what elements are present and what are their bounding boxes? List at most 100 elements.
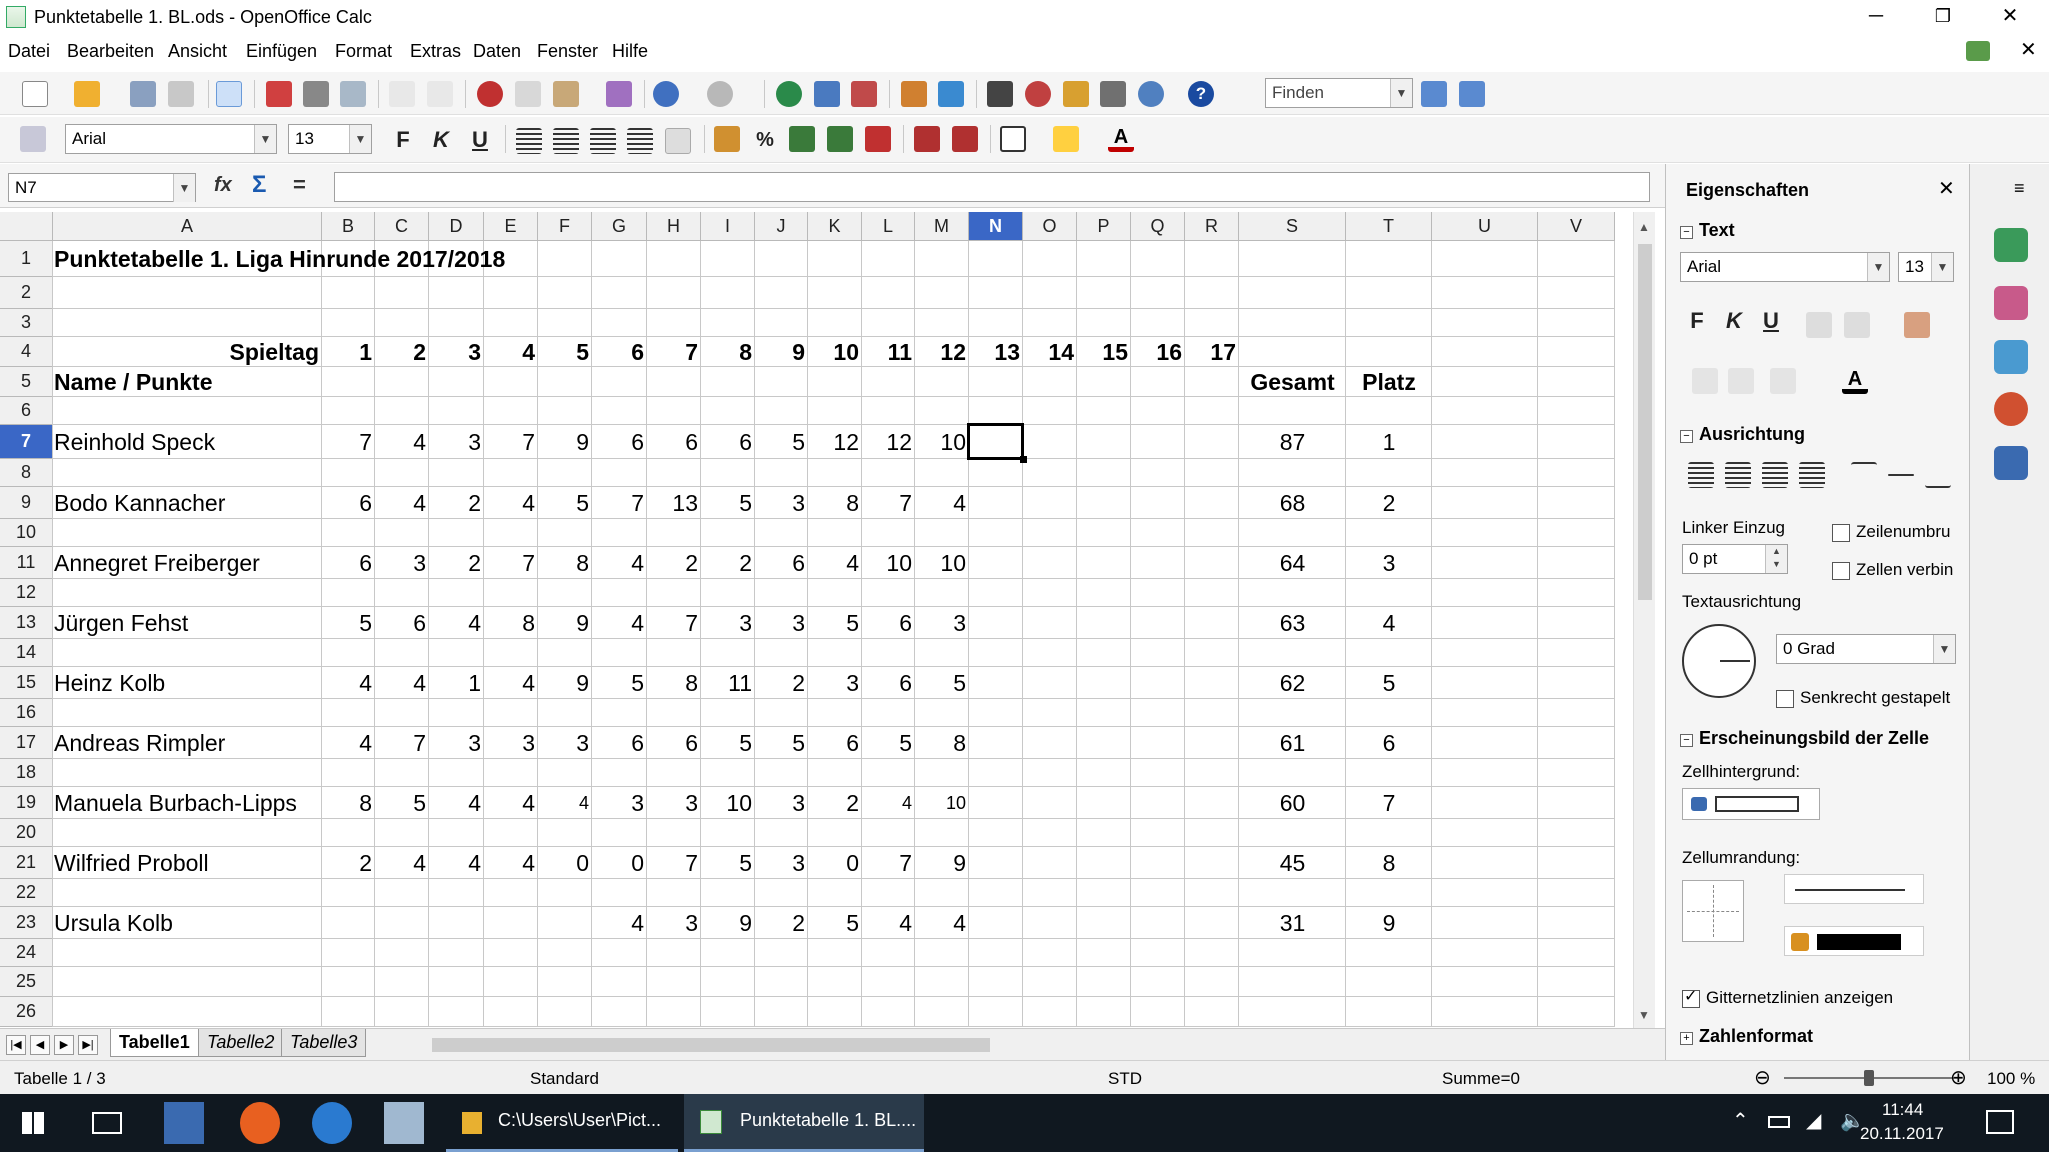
row-header-9[interactable]: 9 — [0, 487, 53, 519]
find-next-icon[interactable] — [1421, 81, 1447, 107]
gesamt-cell[interactable]: 63 — [1239, 607, 1346, 639]
gesamt-header-cell[interactable]: Gesamt — [1239, 367, 1346, 397]
row-header-17[interactable]: 17 — [0, 727, 53, 759]
gesamt-cell[interactable]: 62 — [1239, 667, 1346, 699]
points-cell[interactable]: 9 — [538, 425, 592, 459]
spieltag-number-cell[interactable]: 1 — [322, 337, 375, 367]
edit-mode-icon[interactable] — [216, 81, 242, 107]
justify-icon[interactable] — [627, 128, 653, 154]
platz-cell[interactable]: 7 — [1346, 787, 1432, 819]
minimize-button[interactable]: ─ — [1846, 0, 1906, 32]
cut-icon[interactable] — [477, 81, 503, 107]
font-name-combo[interactable]: Arial ▼ — [65, 124, 277, 154]
internet-explorer-icon[interactable] — [312, 1102, 352, 1144]
points-cell[interactable]: 6 — [808, 727, 862, 759]
points-cell[interactable]: 4 — [429, 607, 484, 639]
column-header-o[interactable]: O — [1023, 212, 1077, 241]
save-icon[interactable] — [130, 81, 156, 107]
export-pdf-icon[interactable] — [266, 81, 292, 107]
indent-input[interactable]: 0 pt ▲ ▼ — [1682, 544, 1788, 574]
column-header-f[interactable]: F — [538, 212, 592, 241]
tray-chevron-icon[interactable]: ⌃ — [1732, 1108, 1749, 1133]
player-name-cell[interactable]: Wilfried Proboll — [53, 847, 322, 879]
points-cell[interactable]: 3 — [755, 487, 808, 519]
points-cell[interactable]: 9 — [701, 907, 755, 939]
fill-handle[interactable] — [1020, 456, 1027, 463]
network-icon[interactable]: ◢ — [1806, 1108, 1821, 1133]
section-cell-appearance[interactable]: − Erscheinungsbild der Zelle — [1680, 728, 1929, 749]
spieltag-number-cell[interactable]: 2 — [375, 337, 429, 367]
gesamt-cell[interactable]: 45 — [1239, 847, 1346, 879]
select-all-corner[interactable] — [0, 212, 53, 241]
points-cell[interactable]: 8 — [915, 727, 969, 759]
paste-icon[interactable] — [553, 81, 579, 107]
points-cell[interactable]: 2 — [647, 547, 701, 579]
formula-equals-button[interactable]: = — [293, 172, 306, 198]
sheet-tab-tabelle3[interactable]: Tabelle3 — [281, 1029, 367, 1057]
column-header-k[interactable]: K — [808, 212, 862, 241]
spieltag-number-cell[interactable]: 8 — [701, 337, 755, 367]
points-cell[interactable]: 6 — [647, 425, 701, 459]
chevron-down-icon[interactable]: ▼ — [349, 125, 371, 153]
points-cell[interactable]: 6 — [862, 607, 915, 639]
background-color-icon[interactable] — [1053, 126, 1079, 152]
points-cell[interactable]: 4 — [375, 425, 429, 459]
section-text[interactable]: − Text — [1680, 220, 1735, 241]
sort-ascending-icon[interactable] — [814, 81, 840, 107]
row-header-6[interactable]: 6 — [0, 397, 53, 425]
sidebar-bold-button[interactable]: F — [1684, 308, 1710, 334]
status-selection-mode[interactable]: STD — [1108, 1069, 1142, 1089]
column-header-g[interactable]: G — [592, 212, 647, 241]
help-icon[interactable]: ? — [1188, 81, 1214, 107]
menu-einfuegen[interactable]: Einfügen — [246, 41, 317, 62]
border-style-picker[interactable] — [1682, 880, 1744, 942]
print-icon[interactable] — [303, 81, 329, 107]
currency-format-icon[interactable] — [714, 126, 740, 152]
add-decimal-icon[interactable] — [827, 126, 853, 152]
maximize-button[interactable]: ❐ — [1913, 0, 1973, 32]
row-header-18[interactable]: 18 — [0, 759, 53, 787]
firefox-icon[interactable] — [240, 1102, 280, 1144]
points-cell[interactable]: 3 — [647, 907, 701, 939]
points-cell[interactable]: 6 — [322, 487, 375, 519]
line-color-picker[interactable] — [1784, 926, 1924, 956]
find-input[interactable]: Finden ▼ — [1265, 78, 1413, 108]
row-header-22[interactable]: 22 — [0, 879, 53, 907]
rotation-angle-combo[interactable]: 0 Grad ▼ — [1776, 634, 1956, 664]
column-header-j[interactable]: J — [755, 212, 808, 241]
standard-format-icon[interactable] — [789, 126, 815, 152]
spieltag-number-cell[interactable]: 3 — [429, 337, 484, 367]
points-cell[interactable]: 12 — [808, 425, 862, 459]
merge-cells-checkbox[interactable]: Zellen verbin — [1832, 560, 1953, 580]
row-header-10[interactable]: 10 — [0, 519, 53, 547]
points-cell[interactable]: 6 — [322, 547, 375, 579]
chevron-down-icon[interactable]: ▼ — [173, 174, 195, 202]
zoom-icon[interactable] — [1138, 81, 1164, 107]
gesamt-cell[interactable]: 31 — [1239, 907, 1346, 939]
player-name-cell[interactable]: Bodo Kannacher — [53, 487, 322, 519]
spellcheck-icon[interactable] — [389, 81, 415, 107]
spieltag-number-cell[interactable]: 17 — [1185, 337, 1239, 367]
underline-button[interactable]: U — [467, 127, 493, 153]
print-preview-icon[interactable] — [340, 81, 366, 107]
points-cell[interactable]: 4 — [592, 907, 647, 939]
column-header-u[interactable]: U — [1432, 212, 1538, 241]
column-header-m[interactable]: M — [915, 212, 969, 241]
functions-deck-icon[interactable] — [1994, 446, 2028, 480]
open-folder-icon[interactable] — [74, 81, 100, 107]
first-sheet-icon[interactable]: |◀ — [6, 1035, 26, 1055]
row-header-15[interactable]: 15 — [0, 667, 53, 699]
points-cell[interactable]: 10 — [915, 425, 969, 459]
doc-close-button[interactable]: ✕ — [2020, 37, 2037, 62]
sheet-tab-tabelle1[interactable]: Tabelle1 — [110, 1029, 199, 1057]
find-replace-icon[interactable] — [987, 81, 1013, 107]
rotation-dial[interactable] — [1682, 624, 1756, 698]
points-cell[interactable]: 9 — [538, 667, 592, 699]
points-cell[interactable]: 7 — [862, 487, 915, 519]
column-header-e[interactable]: E — [484, 212, 538, 241]
column-header-l[interactable]: L — [862, 212, 915, 241]
points-cell[interactable]: 2 — [755, 907, 808, 939]
column-header-a[interactable]: A — [53, 212, 322, 241]
chevron-down-icon[interactable]: ▼ — [1931, 253, 1953, 281]
draw-functions-icon[interactable] — [938, 81, 964, 107]
